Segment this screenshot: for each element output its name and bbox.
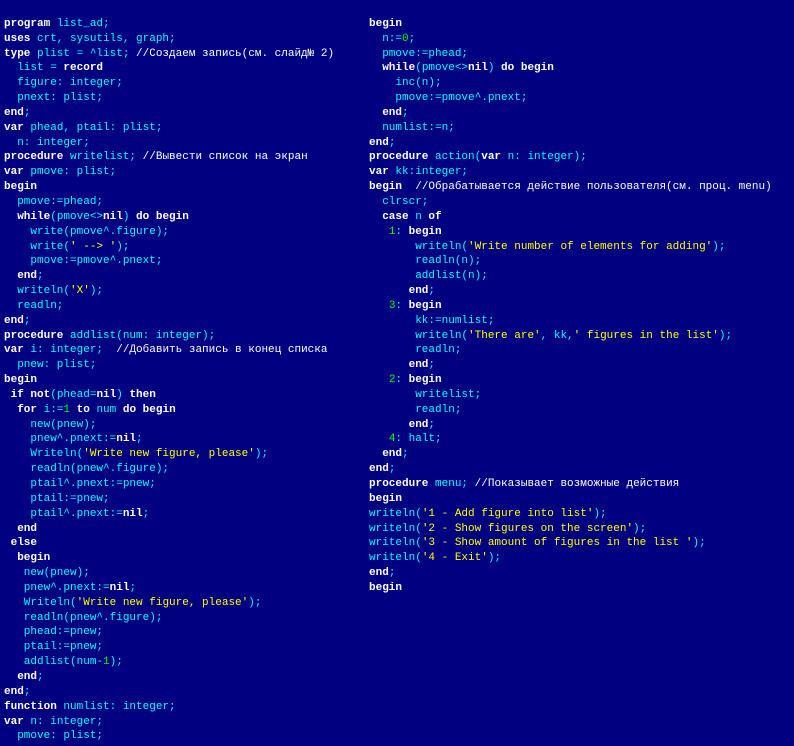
- comment-1: //Создаем запись(см. слайд№ 2): [136, 48, 334, 60]
- code-column-left: program list_ad; uses crt, sysutils, gra…: [4, 2, 369, 744]
- comment-5: //Показывает возможные действия: [475, 478, 680, 490]
- code-editor: program list_ad; uses crt, sysutils, gra…: [0, 0, 794, 746]
- comment-4: //Обрабатывается действие пользователя(с…: [415, 181, 771, 193]
- comment-2: //Вывести список на экран: [143, 151, 308, 163]
- code-column-right: begin n:=0; pmove:=phead; while(pmove<>n…: [369, 2, 790, 744]
- comment-3: //Добавить запись в конец списка: [116, 344, 327, 356]
